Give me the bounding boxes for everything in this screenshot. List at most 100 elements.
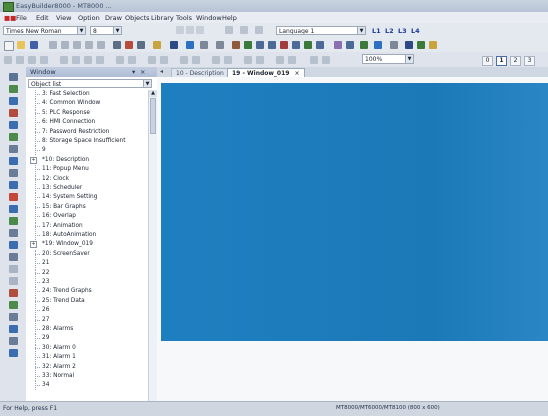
layer-l4-button[interactable]: L4 — [411, 27, 420, 35]
tree-item[interactable]: 11: Popup Menu — [26, 165, 148, 174]
tree-item[interactable]: 21 — [26, 259, 148, 268]
set-word-icon[interactable] — [9, 121, 18, 129]
menu-tools[interactable]: Tools — [176, 14, 192, 22]
menu-view[interactable]: View — [56, 14, 71, 22]
trend-display-icon[interactable] — [9, 277, 18, 285]
tree-scrollbar[interactable]: ▲ — [148, 90, 157, 401]
undo-icon[interactable] — [85, 41, 93, 49]
alarm-icon[interactable] — [360, 41, 368, 49]
tree-item[interactable]: 25: Trend Data — [26, 296, 148, 306]
zoom-in-icon[interactable] — [310, 56, 318, 64]
italic-icon[interactable] — [186, 26, 194, 34]
object-list-select[interactable]: Object list ▼ — [28, 79, 152, 88]
menu-objects[interactable]: Objects — [125, 14, 150, 22]
page-0-button[interactable]: 0 — [482, 56, 493, 66]
font-icon[interactable] — [405, 41, 413, 49]
rotate-icon[interactable] — [160, 56, 168, 64]
tab-close-icon[interactable]: × — [295, 70, 300, 77]
expand-icon[interactable]: + — [30, 241, 37, 249]
tree-item[interactable]: 6: HMI Connection — [26, 118, 148, 127]
group-icon[interactable] — [60, 56, 68, 64]
tree-item[interactable]: 4: Common Window — [26, 99, 148, 108]
grid-icon[interactable] — [192, 56, 200, 64]
word-lamp-icon[interactable] — [244, 41, 252, 49]
tree-item[interactable]: 32: Alarm 2 — [26, 362, 148, 372]
align-top-icon[interactable] — [28, 56, 36, 64]
tree-item[interactable]: 26 — [26, 306, 148, 315]
copy-icon[interactable] — [61, 41, 69, 49]
menu-app-icon[interactable]: ■■ — [4, 14, 16, 22]
event-display-icon[interactable] — [9, 313, 18, 321]
menu-window[interactable]: Window — [196, 14, 222, 22]
indirect-window-icon[interactable] — [9, 205, 18, 213]
tree-item[interactable]: 23 — [26, 278, 148, 287]
spacing-icon[interactable] — [256, 56, 264, 64]
tree-item[interactable]: 33: Normal — [26, 372, 148, 381]
system-param-icon[interactable] — [429, 41, 437, 49]
word-lamp-icon[interactable] — [9, 97, 18, 105]
set-bit-icon[interactable] — [256, 41, 264, 49]
tree-item[interactable]: 31: Alarm 1 — [26, 353, 148, 362]
meter-icon[interactable] — [9, 253, 18, 261]
function-key-icon[interactable] — [280, 41, 288, 49]
shape-library-icon[interactable] — [390, 41, 398, 49]
tree-item[interactable]: 3: Fast Selection — [26, 90, 148, 99]
zoom-out-icon[interactable] — [322, 56, 330, 64]
data-block-icon[interactable] — [9, 325, 18, 333]
menu-draw[interactable]: Draw — [105, 14, 122, 22]
tree-item[interactable]: 30: Alarm 0 — [26, 343, 148, 353]
expand-icon[interactable]: + — [30, 156, 37, 164]
redo-icon[interactable] — [97, 41, 105, 49]
tree-item[interactable]: 24: Trend Graphs — [26, 287, 148, 296]
direct-window-icon[interactable] — [9, 217, 18, 225]
tree-item[interactable]: 28: Alarms — [26, 325, 148, 334]
tree-item[interactable]: 22 — [26, 268, 148, 278]
menu-edit[interactable]: Edit — [36, 14, 49, 22]
new-file-icon[interactable] — [4, 41, 14, 51]
tree-item[interactable]: 34 — [26, 381, 148, 390]
window-canvas[interactable] — [161, 83, 548, 341]
menu-option[interactable]: Option — [78, 14, 100, 22]
rectangle-icon[interactable] — [186, 41, 194, 49]
history-icon[interactable] — [346, 41, 354, 49]
tree-item[interactable]: + *10: Description — [26, 156, 148, 165]
xy-plot-icon[interactable] — [9, 337, 18, 345]
bit-lamp-icon[interactable] — [232, 41, 240, 49]
send-back-icon[interactable] — [96, 56, 104, 64]
layer-l1-button[interactable]: L1 — [372, 27, 381, 35]
align-icon[interactable] — [225, 26, 233, 34]
tab-scroll-left-icon[interactable]: ◂ — [160, 68, 163, 75]
align-right-icon[interactable] — [16, 56, 24, 64]
bit-lamp-icon[interactable] — [9, 85, 18, 93]
unlock-icon[interactable] — [288, 56, 296, 64]
tree-item[interactable]: + *19: Window_019 — [26, 240, 148, 249]
bold-icon[interactable] — [176, 26, 184, 34]
align-left-icon[interactable] — [4, 56, 12, 64]
pointer-icon[interactable] — [9, 73, 18, 81]
trend-icon[interactable] — [334, 41, 342, 49]
tree-item[interactable]: 7: Password Restriction — [26, 127, 148, 137]
address-icon[interactable] — [417, 41, 425, 49]
download-icon[interactable] — [153, 41, 161, 49]
page-2-button[interactable]: 2 — [510, 56, 521, 66]
tree-item[interactable]: 15: Bar Graphs — [26, 202, 148, 212]
cut-icon[interactable] — [49, 41, 57, 49]
table-icon[interactable] — [216, 41, 224, 49]
ascii-icon[interactable] — [9, 193, 18, 201]
text-color-icon[interactable] — [240, 26, 248, 34]
font-select[interactable]: Times New Roman ▼ — [3, 26, 86, 35]
layer-l3-button[interactable]: L3 — [398, 27, 407, 35]
history-display-icon[interactable] — [9, 289, 18, 297]
online-icon[interactable] — [137, 41, 145, 49]
text-icon[interactable] — [200, 41, 208, 49]
tree-item[interactable]: 8: Storage Space Insufficient — [26, 137, 148, 146]
center-icon[interactable] — [224, 56, 232, 64]
picture-icon[interactable] — [374, 41, 382, 49]
save-icon[interactable] — [30, 41, 38, 49]
numeric-input-icon[interactable] — [316, 41, 324, 49]
tree-item[interactable]: 12: Clock — [26, 174, 148, 184]
language-select[interactable]: Language 1 ▼ — [276, 26, 366, 35]
tree-item[interactable]: 18: AutoAnimation — [26, 231, 148, 240]
numeric-icon[interactable] — [9, 181, 18, 189]
font-size-select[interactable]: 8 ▼ — [90, 26, 122, 35]
